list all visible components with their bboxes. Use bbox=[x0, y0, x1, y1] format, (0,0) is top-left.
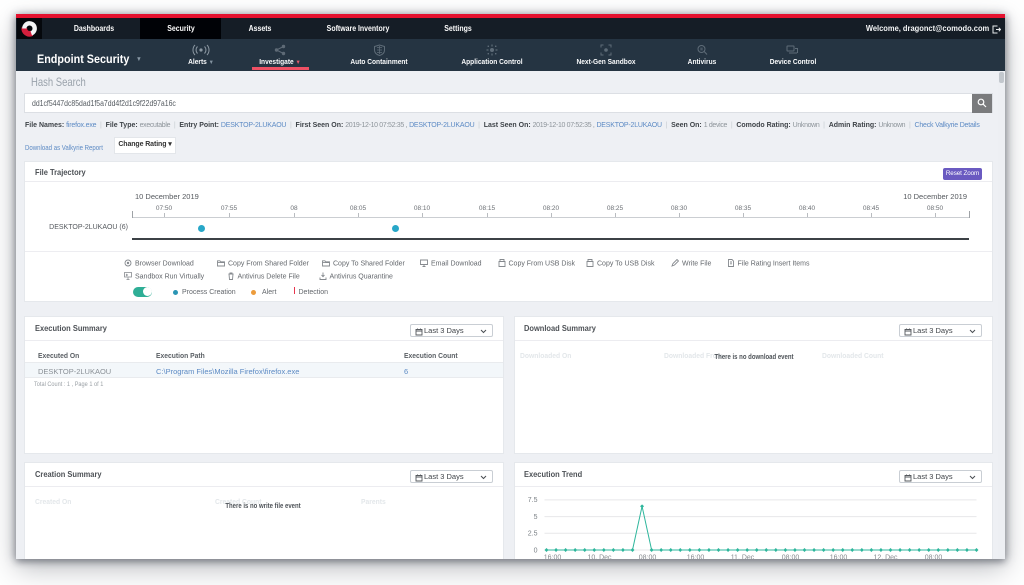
svg-text:08:00: 08:00 bbox=[781, 555, 799, 560]
svg-text:7.5: 7.5 bbox=[527, 497, 537, 504]
svg-text:5: 5 bbox=[533, 514, 537, 521]
svg-text:08:00: 08:00 bbox=[638, 555, 656, 560]
svg-text:12. Dec: 12. Dec bbox=[873, 555, 898, 560]
svg-text:2.5: 2.5 bbox=[527, 531, 537, 538]
svg-text:16:00: 16:00 bbox=[829, 555, 847, 560]
svg-text:0: 0 bbox=[533, 547, 537, 554]
svg-text:11. Dec: 11. Dec bbox=[730, 555, 754, 560]
svg-text:16:00: 16:00 bbox=[686, 555, 704, 560]
svg-text:16:00: 16:00 bbox=[543, 555, 561, 560]
svg-text:10. Dec: 10. Dec bbox=[587, 555, 612, 560]
svg-text:08:00: 08:00 bbox=[924, 555, 942, 560]
